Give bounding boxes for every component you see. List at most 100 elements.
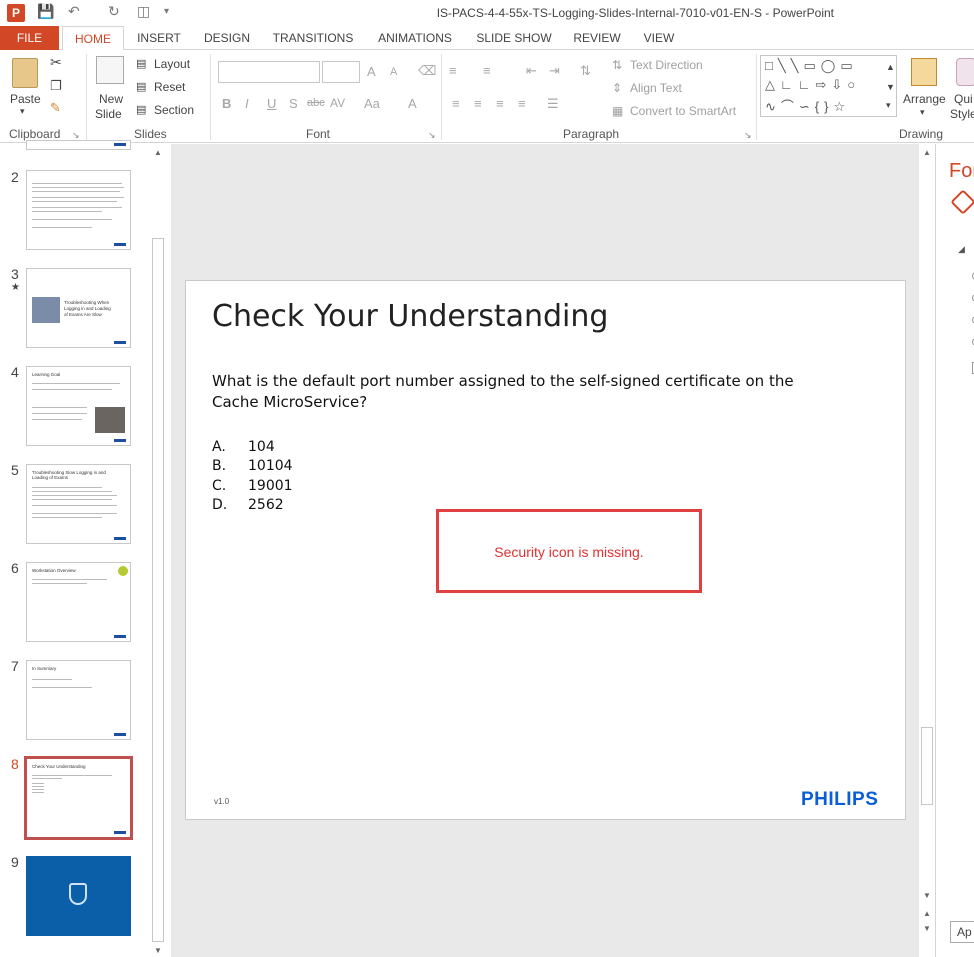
new-slide-label-2[interactable]: Slide xyxy=(95,107,122,121)
shadow-button[interactable]: S xyxy=(289,96,298,111)
paste-dropdown-icon[interactable]: ▾ xyxy=(20,106,25,117)
tab-slide-show[interactable]: SLIDE SHOW xyxy=(474,26,554,50)
option-letter: C. xyxy=(212,478,227,494)
previous-slide-icon[interactable]: ▲ xyxy=(923,909,931,918)
change-case-button[interactable]: Aa xyxy=(364,96,380,111)
tab-home[interactable]: HOME xyxy=(62,26,124,51)
slide-thumbnail-pane[interactable]: 2 3 ★ Troubleshooting When Logging in an… xyxy=(0,140,167,957)
shapes-scroll-down-icon[interactable]: ▼ xyxy=(886,82,895,92)
align-text-button[interactable]: Align Text xyxy=(630,81,682,95)
slide-scrollbar[interactable]: ▲ ▼ ▲ ▼ xyxy=(919,144,935,939)
align-text-icon[interactable]: ⇕ xyxy=(612,81,622,95)
arrange-icon[interactable] xyxy=(911,58,937,86)
reset-icon[interactable]: ▤ xyxy=(136,80,146,93)
smartart-icon[interactable]: ▦ xyxy=(612,104,623,118)
text-direction-button[interactable]: Text Direction xyxy=(630,58,703,72)
numbering-icon[interactable]: ≡ xyxy=(483,63,491,78)
shapes-row-3[interactable]: ∿⌒∽{}☆ xyxy=(765,96,850,115)
underline-button[interactable]: U xyxy=(267,96,276,111)
quick-styles-label-1[interactable]: Qui xyxy=(954,92,973,106)
scroll-thumb[interactable] xyxy=(152,238,164,942)
text-line xyxy=(32,197,124,198)
arrange-dropdown-icon[interactable]: ▾ xyxy=(920,107,925,118)
scroll-up-icon[interactable]: ▲ xyxy=(923,148,931,157)
shapes-more-icon[interactable]: ▾ xyxy=(886,100,891,111)
copy-icon[interactable]: ❐ xyxy=(50,78,62,94)
italic-button[interactable]: I xyxy=(245,96,249,111)
clear-formatting-icon[interactable]: ⌫ xyxy=(418,63,436,79)
layout-button[interactable]: Layout xyxy=(154,57,190,71)
reset-button[interactable]: Reset xyxy=(154,80,185,94)
answer-option-a[interactable]: A. 104 xyxy=(212,439,275,455)
slide-thumbnail-7[interactable]: In Summary xyxy=(26,660,131,740)
format-painter-icon[interactable]: ✎ xyxy=(50,100,61,116)
scroll-down-icon[interactable]: ▼ xyxy=(923,891,931,900)
apply-to-all-button[interactable]: Ap xyxy=(950,921,974,943)
line-spacing-icon[interactable]: ⇅ xyxy=(580,63,591,79)
arrange-button[interactable]: Arrange xyxy=(903,92,946,106)
quick-styles-icon[interactable] xyxy=(956,58,974,86)
columns-icon[interactable]: ☰ xyxy=(547,96,559,112)
quick-styles-label-2[interactable]: Style xyxy=(950,107,974,121)
current-slide[interactable]: Check Your Understanding What is the def… xyxy=(185,280,906,820)
slide-thumbnail-2[interactable] xyxy=(26,170,131,250)
answer-option-c[interactable]: C. 19001 xyxy=(212,478,293,494)
tab-design[interactable]: DESIGN xyxy=(199,26,255,50)
cut-icon[interactable]: ✂ xyxy=(50,54,62,71)
slide-thumbnail-6[interactable]: Workstation Overview xyxy=(26,562,131,642)
fill-line-icon[interactable] xyxy=(950,189,974,215)
text-direction-icon[interactable]: ⇅ xyxy=(612,58,622,72)
slide-thumbnail-3[interactable]: Troubleshooting When Logging in and Load… xyxy=(26,268,131,348)
font-size-combo[interactable] xyxy=(322,61,360,83)
paragraph-launcher-icon[interactable]: ↘ xyxy=(744,130,752,141)
shapes-row-1[interactable]: □╲╲▭◯▭ xyxy=(765,58,858,74)
scroll-thumb[interactable] xyxy=(921,727,933,805)
bold-button[interactable]: B xyxy=(222,96,231,111)
bullets-icon[interactable]: ≡ xyxy=(449,63,457,78)
slide-title[interactable]: Check Your Understanding xyxy=(212,299,608,334)
section-icon[interactable]: ▤ xyxy=(136,103,146,116)
tab-view[interactable]: VIEW xyxy=(638,26,680,50)
tab-insert[interactable]: INSERT xyxy=(132,26,186,50)
grow-font-button[interactable]: A xyxy=(367,64,376,79)
justify-icon[interactable]: ≡ xyxy=(518,96,526,111)
answer-option-b[interactable]: B. 10104 xyxy=(212,458,293,474)
slide-thumbnail-4[interactable]: Learning Goal xyxy=(26,366,131,446)
collapse-icon[interactable]: ◢ xyxy=(958,244,965,255)
answer-option-d[interactable]: D. 2562 xyxy=(212,497,284,513)
shapes-gallery[interactable]: □╲╲▭◯▭ △∟∟⇨⇩○ ∿⌒∽{}☆ xyxy=(760,55,897,117)
font-color-button[interactable]: A xyxy=(408,96,417,111)
scroll-down-icon[interactable]: ▼ xyxy=(154,946,162,955)
align-right-icon[interactable]: ≡ xyxy=(496,96,504,111)
tab-file[interactable]: FILE xyxy=(0,26,59,50)
slide-thumbnail-1[interactable] xyxy=(26,140,131,150)
shrink-font-button[interactable]: A xyxy=(390,66,397,78)
align-left-icon[interactable]: ≡ xyxy=(452,96,460,111)
shapes-scroll-up-icon[interactable]: ▲ xyxy=(886,62,895,72)
character-spacing-button[interactable]: AV xyxy=(330,96,345,110)
paste-icon[interactable] xyxy=(12,58,38,88)
layout-icon[interactable]: ▤ xyxy=(136,57,146,70)
tab-review[interactable]: REVIEW xyxy=(570,26,624,50)
next-slide-icon[interactable]: ▼ xyxy=(923,924,931,933)
thumbnail-scrollbar[interactable]: ▲ ▼ xyxy=(151,144,165,957)
new-slide-label-1[interactable]: New xyxy=(99,92,123,106)
slide-question[interactable]: What is the default port number assigned… xyxy=(212,371,812,413)
paste-button[interactable]: Paste xyxy=(10,92,41,106)
align-center-icon[interactable]: ≡ xyxy=(474,96,482,111)
decrease-indent-icon[interactable]: ⇤ xyxy=(526,63,537,79)
section-button[interactable]: Section xyxy=(154,103,194,117)
convert-smartart-button[interactable]: Convert to SmartArt xyxy=(630,104,736,118)
tab-animations[interactable]: ANIMATIONS xyxy=(371,26,459,50)
shapes-row-2[interactable]: △∟∟⇨⇩○ xyxy=(765,77,860,93)
slide-thumbnail-9[interactable] xyxy=(26,856,131,936)
scroll-up-icon[interactable]: ▲ xyxy=(154,148,162,157)
font-launcher-icon[interactable]: ↘ xyxy=(428,130,436,141)
tab-transitions[interactable]: TRANSITIONS xyxy=(270,26,356,50)
slide-thumbnail-8[interactable]: Check Your Understanding xyxy=(24,756,133,840)
slide-thumbnail-5[interactable]: Troubleshooting Slow Logging in and Load… xyxy=(26,464,131,544)
strikethrough-button[interactable]: abc xyxy=(307,97,325,109)
increase-indent-icon[interactable]: ⇥ xyxy=(549,63,560,79)
new-slide-icon[interactable] xyxy=(96,56,124,84)
font-family-combo[interactable] xyxy=(218,61,320,83)
